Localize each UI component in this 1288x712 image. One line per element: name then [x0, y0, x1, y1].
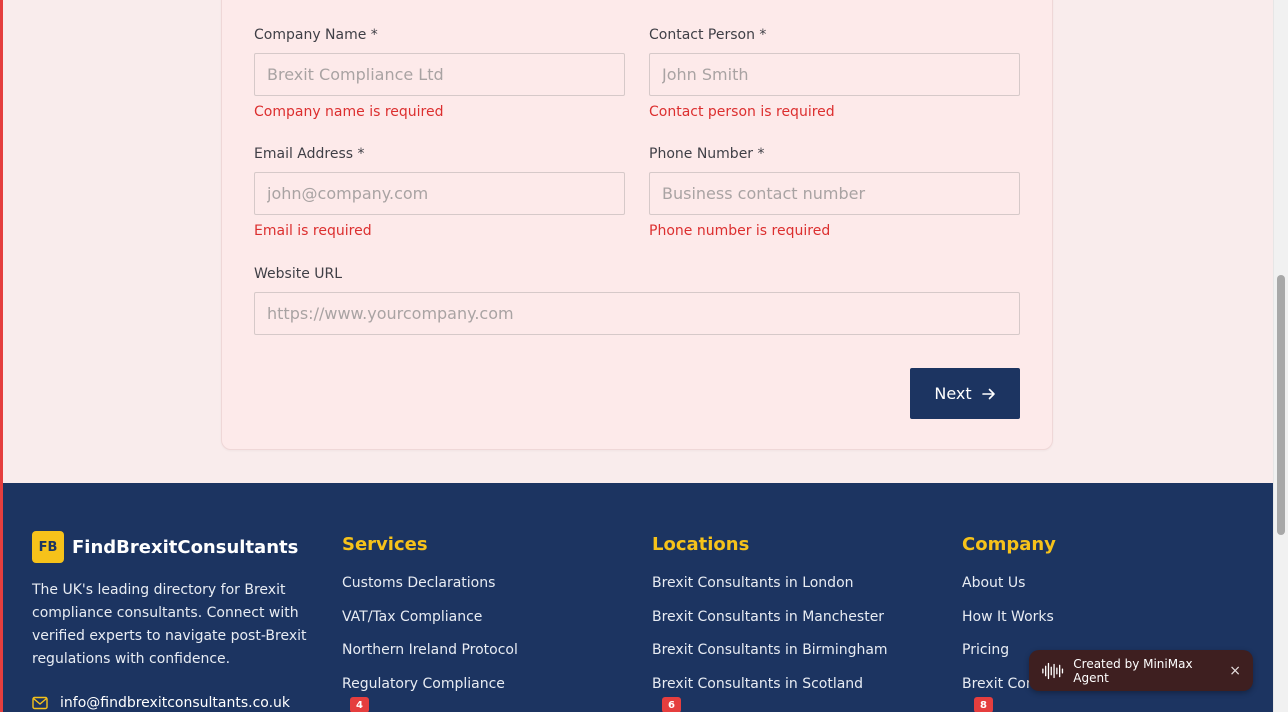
services-link[interactable]: VAT/Tax Compliance [342, 610, 518, 644]
arrow-right-icon [981, 388, 995, 399]
phone-input[interactable] [649, 172, 1020, 215]
services-column: Services Customs Declarations VAT/Tax Co… [342, 533, 518, 711]
locations-title: Locations [652, 534, 750, 555]
count-badge: 6 [662, 697, 681, 712]
contact-person-input[interactable] [649, 53, 1020, 96]
count-badge: 4 [350, 697, 369, 712]
scrollbar-thumb[interactable] [1277, 275, 1285, 535]
contact-person-error: Contact person is required [649, 104, 835, 120]
website-field: Website URL [254, 264, 1020, 335]
company-link[interactable]: About Us [962, 576, 1136, 610]
contact-email-text: info@findbrexitconsultants.co.uk [60, 695, 291, 711]
next-button[interactable]: Next [910, 368, 1020, 419]
waveform-icon [1042, 662, 1064, 679]
company-details-form: Company Name * Company name is required … [221, 0, 1053, 450]
locations-link[interactable]: Brexit Consultants in Manchester [652, 610, 888, 644]
email-field: Email Address * Email is required [254, 144, 625, 240]
left-edge-accent [0, 0, 3, 712]
locations-column: Locations Brexit Consultants in London B… [652, 533, 888, 711]
email-error: Email is required [254, 223, 372, 239]
contact-person-label: Contact Person * [649, 27, 767, 43]
next-label: Next [934, 384, 972, 403]
brand-description: The UK's leading directory for Brexit co… [32, 582, 307, 667]
contact-email[interactable]: info@findbrexitconsultants.co.uk [32, 695, 290, 711]
close-icon[interactable]: × [1229, 663, 1241, 679]
services-link[interactable]: Customs Declarations [342, 576, 518, 610]
company-name-field: Company Name * Company name is required [254, 25, 625, 121]
services-link[interactable]: Northern Ireland Protocol [342, 643, 518, 677]
email-input[interactable] [254, 172, 625, 215]
company-name-error: Company name is required [254, 104, 444, 120]
email-label: Email Address * [254, 146, 365, 162]
company-link[interactable]: How It Works [962, 610, 1136, 644]
company-title: Company [962, 534, 1056, 555]
locations-link[interactable]: Brexit Consultants in Birmingham [652, 643, 888, 677]
footer-brand[interactable]: FB FindBrexitConsultants [32, 531, 298, 563]
locations-link[interactable]: Brexit Consultants in London [652, 576, 888, 610]
phone-label: Phone Number * [649, 146, 765, 162]
brand-logo: FB [32, 531, 64, 563]
company-name-input[interactable] [254, 53, 625, 96]
minimax-toast: Created by MiniMax Agent × [1029, 650, 1253, 691]
toast-text: Created by MiniMax Agent [1073, 656, 1193, 685]
services-title: Services [342, 534, 428, 555]
count-badge: 8 [974, 697, 993, 712]
contact-person-field: Contact Person * Contact person is requi… [649, 25, 1020, 121]
website-input[interactable] [254, 292, 1020, 335]
phone-error: Phone number is required [649, 223, 831, 239]
locations-link[interactable]: Brexit Consultants in Scotland [652, 677, 888, 711]
page-scrollbar[interactable] [1273, 0, 1288, 712]
mail-icon [32, 696, 48, 710]
website-label: Website URL [254, 266, 343, 282]
phone-field: Phone Number * Phone number is required [649, 144, 1020, 240]
company-name-label: Company Name * [254, 27, 378, 43]
brand-name: FindBrexitConsultants [72, 536, 299, 558]
